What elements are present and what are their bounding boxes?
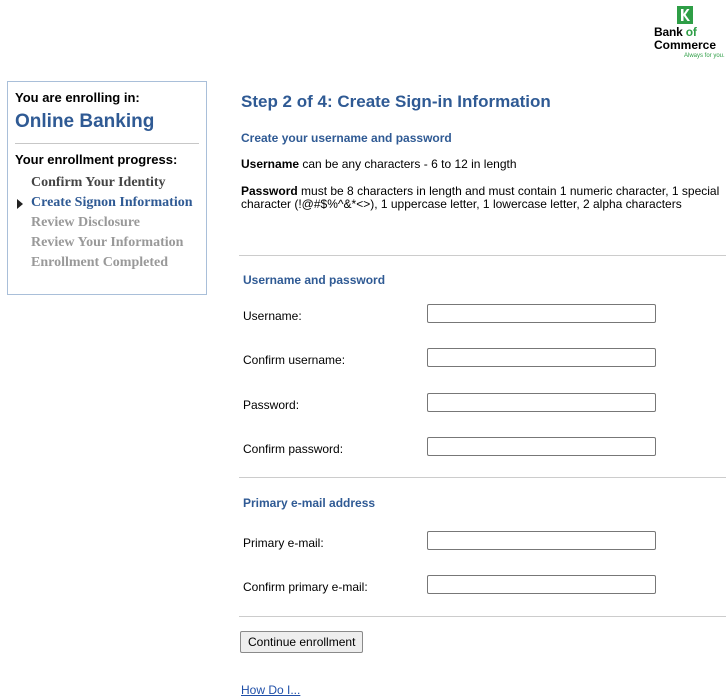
progress-step-create-signon: Create Signon Information bbox=[15, 193, 199, 213]
section-title-primary-email: Primary e-mail address bbox=[243, 496, 376, 510]
primary-email-input[interactable] bbox=[427, 531, 656, 550]
progress-step-review-disclosure: Review Disclosure bbox=[31, 215, 140, 230]
how-do-i-link[interactable]: How Do I... bbox=[241, 683, 300, 697]
progress-step-review-information: Review Your Information bbox=[31, 235, 184, 250]
enrolling-label: You are enrolling in: bbox=[15, 90, 140, 105]
confirm-password-label: Confirm password: bbox=[243, 442, 344, 456]
password-label: Password: bbox=[243, 398, 300, 412]
username-input[interactable] bbox=[427, 304, 656, 323]
confirm-primary-email-label: Confirm primary e-mail: bbox=[243, 580, 368, 594]
current-step-arrow-icon bbox=[17, 199, 23, 209]
username-password-form: Username: Confirm username: Password: Co… bbox=[240, 0, 726, 698]
username-label: Username: bbox=[243, 309, 302, 323]
confirm-password-input[interactable] bbox=[427, 437, 656, 456]
enrollment-sidebar: You are enrolling in: Online Banking You… bbox=[7, 81, 207, 295]
password-input[interactable] bbox=[427, 393, 656, 412]
progress-step-confirm-identity: Confirm Your Identity bbox=[31, 175, 166, 190]
confirm-username-input[interactable] bbox=[427, 348, 656, 367]
primary-email-label: Primary e-mail: bbox=[243, 536, 324, 550]
continue-enrollment-button[interactable]: Continue enrollment bbox=[240, 631, 364, 653]
sidebar-divider bbox=[15, 143, 199, 144]
progress-step-enrollment-completed: Enrollment Completed bbox=[31, 255, 169, 270]
confirm-username-label: Confirm username: bbox=[243, 353, 346, 367]
progress-label: Your enrollment progress: bbox=[15, 152, 178, 167]
section-divider bbox=[239, 616, 726, 617]
section-divider bbox=[239, 477, 726, 478]
enrolling-product: Online Banking bbox=[15, 111, 155, 132]
confirm-primary-email-input[interactable] bbox=[427, 575, 656, 594]
